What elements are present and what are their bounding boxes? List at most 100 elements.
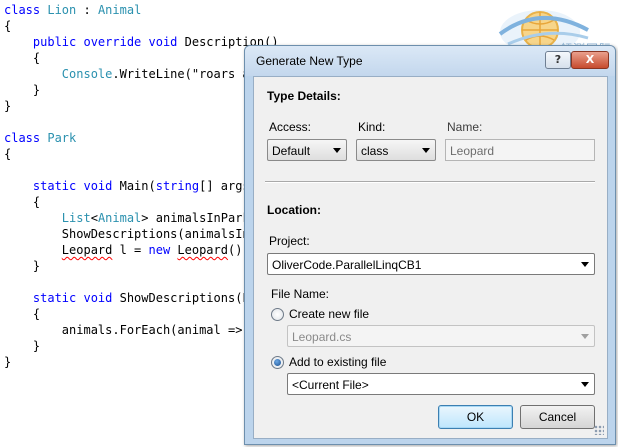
ok-button-label: OK bbox=[466, 410, 485, 424]
code-line: public override void Description() bbox=[4, 34, 279, 50]
code-token: } bbox=[4, 99, 12, 113]
dialog-title: Generate New Type bbox=[256, 54, 363, 68]
code-token: { bbox=[4, 307, 41, 321]
help-icon: ? bbox=[554, 53, 562, 66]
dialog-titlebar[interactable]: Generate New Type ? X bbox=[245, 46, 615, 76]
name-label: Name: bbox=[447, 120, 483, 134]
access-label: Access: bbox=[269, 120, 312, 134]
access-value: Default bbox=[272, 144, 311, 158]
code-line: { bbox=[4, 146, 11, 162]
code-token: [] args bbox=[199, 179, 250, 193]
chevron-down-icon bbox=[581, 262, 589, 267]
code-line: } bbox=[4, 338, 40, 354]
code-token: ShowDescriptions(animalsInP bbox=[4, 227, 257, 241]
project-dropdown[interactable]: OliverCode.ParallelLinqCB1 bbox=[267, 253, 595, 275]
add-to-existing-file-label[interactable]: Add to existing file bbox=[289, 355, 386, 369]
code-token: ShowDescriptions(Li bbox=[119, 291, 257, 305]
cancel-button[interactable]: Cancel bbox=[520, 405, 595, 429]
code-line: } bbox=[4, 258, 40, 274]
code-token: new bbox=[148, 243, 178, 257]
existing-file-value: <Current File> bbox=[292, 378, 369, 392]
code-token: Lion bbox=[47, 3, 77, 17]
cancel-button-label: Cancel bbox=[538, 410, 577, 424]
chevron-down-icon bbox=[581, 382, 589, 387]
close-button[interactable]: X bbox=[571, 51, 609, 69]
code-line: ShowDescriptions(animalsInP bbox=[4, 226, 257, 242]
chevron-down-icon bbox=[581, 334, 589, 339]
code-line: static void Main(string[] args bbox=[4, 178, 250, 194]
code-token: static void bbox=[32, 291, 120, 305]
code-token: string bbox=[155, 179, 200, 193]
code-line: { bbox=[4, 18, 11, 34]
code-token: } bbox=[4, 259, 41, 273]
code-token: { bbox=[4, 195, 41, 209]
code-token: { bbox=[4, 19, 12, 33]
code-line: static void ShowDescriptions(Li bbox=[4, 290, 257, 306]
code-token: { bbox=[4, 147, 12, 161]
code-token: Console bbox=[61, 67, 113, 81]
code-token: Main( bbox=[119, 179, 156, 193]
chevron-down-icon bbox=[422, 148, 430, 153]
code-token: class bbox=[4, 131, 48, 145]
code-line: Leopard l = new Leopard(); bbox=[4, 242, 250, 258]
code-token: { bbox=[4, 51, 41, 65]
code-token: Park bbox=[47, 131, 77, 145]
help-button[interactable]: ? bbox=[545, 51, 571, 69]
generate-new-type-dialog: Generate New Type ? X Type Details: Acce… bbox=[244, 45, 616, 445]
code-token: } bbox=[4, 339, 41, 353]
kind-value: class bbox=[361, 144, 389, 158]
code-line: { bbox=[4, 50, 40, 66]
code-token: Animal bbox=[97, 3, 142, 17]
code-token: } bbox=[4, 355, 12, 369]
code-token: static void bbox=[32, 179, 120, 193]
project-label: Project: bbox=[269, 234, 310, 248]
resize-grip[interactable] bbox=[594, 425, 604, 435]
create-new-file-radio[interactable] bbox=[271, 308, 284, 321]
code-token: > animalsInPark bbox=[141, 211, 250, 225]
code-token: .WriteLine("roars a bbox=[112, 67, 250, 81]
code-token: Leopard bbox=[61, 243, 113, 257]
code-token: } bbox=[4, 83, 41, 97]
code-line: { bbox=[4, 306, 40, 322]
code-line: } bbox=[4, 98, 11, 114]
type-details-heading: Type Details: bbox=[267, 89, 341, 103]
code-token: < bbox=[90, 211, 98, 225]
code-token: : bbox=[76, 3, 98, 17]
chevron-down-icon bbox=[333, 148, 341, 153]
new-file-name-value: Leopard.cs bbox=[292, 330, 352, 344]
code-line: Console.WriteLine("roars a bbox=[4, 66, 250, 82]
kind-label: Kind: bbox=[358, 120, 386, 134]
existing-file-dropdown[interactable]: <Current File> bbox=[287, 373, 595, 395]
project-value: OliverCode.ParallelLinqCB1 bbox=[272, 258, 422, 272]
access-dropdown[interactable]: Default bbox=[267, 139, 347, 161]
code-token: class bbox=[4, 3, 48, 17]
code-token: List bbox=[61, 211, 91, 225]
create-new-file-label[interactable]: Create new file bbox=[289, 307, 369, 321]
code-line: List<Animal> animalsInPark bbox=[4, 210, 250, 226]
dialog-body: Type Details: Access: Default Kind: clas… bbox=[253, 76, 608, 439]
code-line: } bbox=[4, 82, 40, 98]
file-name-label: File Name: bbox=[271, 287, 330, 301]
new-file-name-dropdown: Leopard.cs bbox=[287, 325, 595, 347]
ok-button[interactable]: OK bbox=[438, 405, 513, 429]
add-to-existing-file-radio[interactable] bbox=[271, 356, 284, 369]
name-value: Leopard bbox=[450, 144, 495, 158]
code-line: } bbox=[4, 354, 11, 370]
code-token: animals.ForEach(animal => a bbox=[4, 323, 257, 337]
name-input[interactable]: Leopard bbox=[445, 139, 595, 161]
code-line: { bbox=[4, 194, 40, 210]
close-icon: X bbox=[585, 53, 595, 66]
code-line: class Lion : Animal bbox=[4, 2, 141, 18]
kind-dropdown[interactable]: class bbox=[356, 139, 436, 161]
section-divider bbox=[265, 181, 595, 183]
code-token: public override void bbox=[32, 35, 185, 49]
location-heading: Location: bbox=[267, 203, 321, 217]
code-token: l = bbox=[112, 243, 149, 257]
code-line: animals.ForEach(animal => a bbox=[4, 322, 257, 338]
